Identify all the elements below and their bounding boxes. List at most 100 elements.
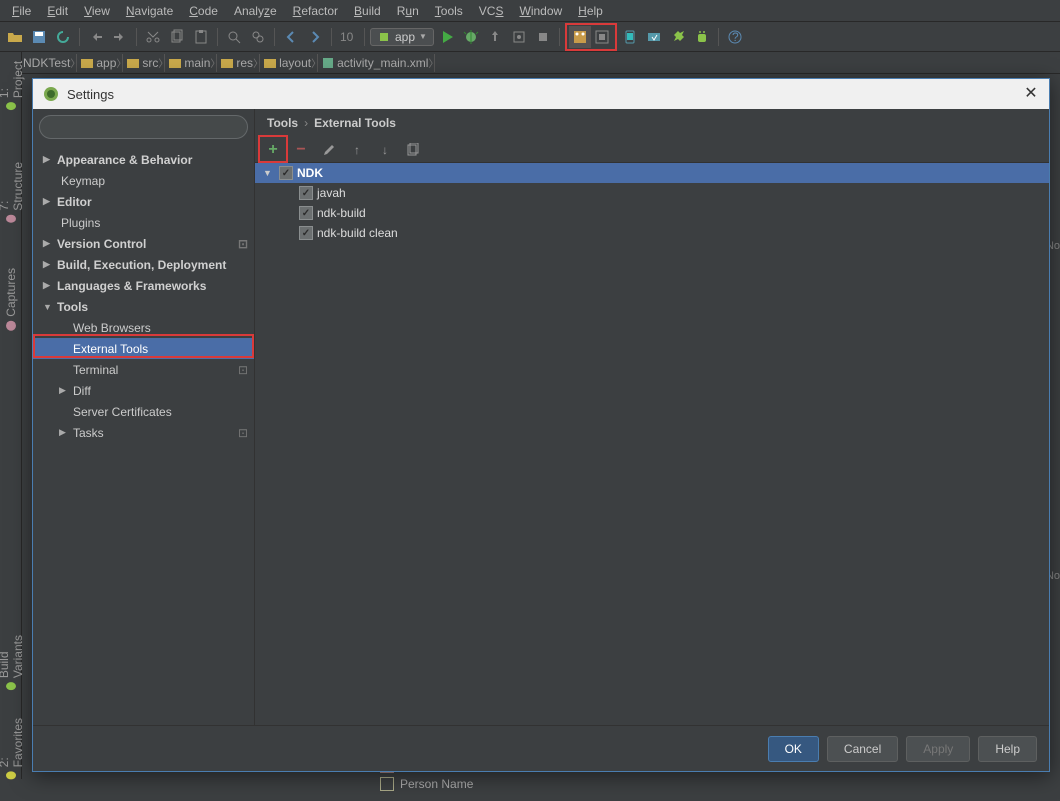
replace-icon[interactable] <box>247 26 269 48</box>
tree-lang[interactable]: ▶Languages & Frameworks <box>33 275 254 296</box>
edit-icon[interactable] <box>319 140 339 160</box>
android-bug-icon[interactable] <box>691 26 713 48</box>
move-down-icon[interactable]: ↓ <box>375 140 395 160</box>
find-icon[interactable] <box>223 26 245 48</box>
remove-icon[interactable]: − <box>291 140 311 160</box>
menu-run[interactable]: Run <box>389 4 427 18</box>
item-label: ndk-build <box>317 206 366 220</box>
apply-changes-icon[interactable] <box>484 26 506 48</box>
crumb-file[interactable]: activity_main.xml <box>318 54 435 72</box>
crumb-app[interactable]: app <box>77 54 123 72</box>
svg-text:10 01: 10 01 <box>340 30 356 44</box>
menu-window[interactable]: Window <box>511 4 570 18</box>
external-tools-toolbar: + − ↑ ↓ <box>255 137 1049 163</box>
external-tools-list: ▼ ✓ NDK ✓ javah ✓ ndk-build ✓ ndk-build … <box>255 163 1049 725</box>
make-icon[interactable]: 10 01 <box>337 26 359 48</box>
cut-icon[interactable] <box>142 26 164 48</box>
layout-inspector-icon[interactable] <box>569 26 591 48</box>
checkbox-ndk-build[interactable]: ✓ <box>299 206 313 220</box>
menu-refactor[interactable]: Refactor <box>285 4 346 18</box>
app-icon <box>43 86 59 102</box>
detail-crumb-external: External Tools <box>314 116 396 130</box>
tree-web[interactable]: Web Browsers <box>33 317 254 338</box>
run-config-selector[interactable]: app ▼ <box>370 28 434 46</box>
tree-plugins[interactable]: Plugins <box>33 212 254 233</box>
menu-file[interactable]: File <box>4 4 39 18</box>
crumb-layout[interactable]: layout <box>260 54 318 72</box>
add-icon[interactable]: + <box>263 140 283 160</box>
tree-external-tools[interactable]: External Tools <box>33 338 254 359</box>
detail-crumb-tools[interactable]: Tools <box>267 116 298 130</box>
tool-project[interactable]: 1: Project <box>0 58 25 110</box>
checkbox-ndk-build-clean[interactable]: ✓ <box>299 226 313 240</box>
run-icon[interactable] <box>436 26 458 48</box>
tool-item-ndk-build-clean[interactable]: ✓ ndk-build clean <box>255 223 1049 243</box>
apply-button[interactable]: Apply <box>906 736 970 762</box>
tool-favorites[interactable]: 2: Favorites <box>0 716 25 779</box>
avd-icon[interactable] <box>619 26 641 48</box>
copy-tool-icon[interactable] <box>403 140 423 160</box>
menu-edit[interactable]: Edit <box>39 4 76 18</box>
checkbox-javah[interactable]: ✓ <box>299 186 313 200</box>
toolbar-highlight-box <box>565 23 617 51</box>
sdk-icon[interactable] <box>643 26 665 48</box>
dialog-footer: OK Cancel Apply Help <box>33 725 1049 771</box>
cancel-button[interactable]: Cancel <box>827 736 898 762</box>
settings-search-input[interactable] <box>39 115 248 139</box>
menu-tools[interactable]: Tools <box>427 4 471 18</box>
tree-appearance[interactable]: ▶Appearance & Behavior <box>33 149 254 170</box>
tree-editor[interactable]: ▶Editor <box>33 191 254 212</box>
dialog-title-text: Settings <box>67 87 114 102</box>
menu-build[interactable]: Build <box>346 4 389 18</box>
menu-code[interactable]: Code <box>181 4 226 18</box>
checkbox-ndk[interactable]: ✓ <box>279 166 293 180</box>
tree-tasks[interactable]: ▶Tasks⊡ <box>33 422 254 443</box>
crumb-src[interactable]: src <box>123 54 165 72</box>
menu-navigate[interactable]: Navigate <box>118 4 181 18</box>
tool-item-javah[interactable]: ✓ javah <box>255 183 1049 203</box>
tool-item-ndk-build[interactable]: ✓ ndk-build <box>255 203 1049 223</box>
undo-icon[interactable] <box>85 26 107 48</box>
menu-vcs[interactable]: VCS <box>471 4 512 18</box>
android-icon <box>377 30 391 44</box>
close-icon[interactable]: ✕ <box>1021 83 1041 103</box>
debug-icon[interactable] <box>460 26 482 48</box>
menu-analyze[interactable]: Analyze <box>226 4 285 18</box>
open-icon[interactable] <box>4 26 26 48</box>
tool-group-ndk[interactable]: ▼ ✓ NDK <box>255 163 1049 183</box>
tree-diff[interactable]: ▶Diff <box>33 380 254 401</box>
tree-build[interactable]: ▶Build, Execution, Deployment <box>33 254 254 275</box>
theme-editor-icon[interactable] <box>591 26 613 48</box>
menu-view[interactable]: View <box>76 4 118 18</box>
tool-captures[interactable]: Captures <box>4 268 18 331</box>
settings-tree-panel: ⌕ ▶Appearance & Behavior Keymap ▶Editor … <box>33 109 255 725</box>
attach-icon[interactable] <box>508 26 530 48</box>
save-icon[interactable] <box>28 26 50 48</box>
back-icon[interactable] <box>280 26 302 48</box>
stop-icon[interactable] <box>532 26 554 48</box>
sync-icon[interactable] <box>52 26 74 48</box>
redo-icon[interactable] <box>109 26 131 48</box>
crumb-main[interactable]: main <box>165 54 217 72</box>
tree-tools[interactable]: ▼Tools <box>33 296 254 317</box>
tree-server[interactable]: Server Certificates <box>33 401 254 422</box>
tree-vcs[interactable]: ▶Version Control⊡ <box>33 233 254 254</box>
ok-button[interactable]: OK <box>768 736 819 762</box>
menu-bar: File Edit View Navigate Code Analyze Ref… <box>0 0 1060 22</box>
tree-terminal[interactable]: Terminal⊡ <box>33 359 254 380</box>
group-label: NDK <box>297 166 323 180</box>
help-button[interactable]: Help <box>978 736 1037 762</box>
crumb-res[interactable]: res <box>217 54 260 72</box>
forward-icon[interactable] <box>304 26 326 48</box>
move-up-icon[interactable]: ↑ <box>347 140 367 160</box>
menu-help[interactable]: Help <box>570 4 611 18</box>
copy-icon[interactable] <box>166 26 188 48</box>
tool-structure[interactable]: 7: Structure <box>0 160 25 223</box>
tree-keymap[interactable]: Keymap <box>33 170 254 191</box>
tool-build-variants[interactable]: Build Variants <box>0 620 25 690</box>
paste-icon[interactable] <box>190 26 212 48</box>
palette-person-name[interactable]: Person Name <box>380 777 473 791</box>
help-icon[interactable]: ? <box>724 26 746 48</box>
dialog-titlebar: Settings ✕ <box>33 79 1049 109</box>
monitor-icon[interactable] <box>667 26 689 48</box>
